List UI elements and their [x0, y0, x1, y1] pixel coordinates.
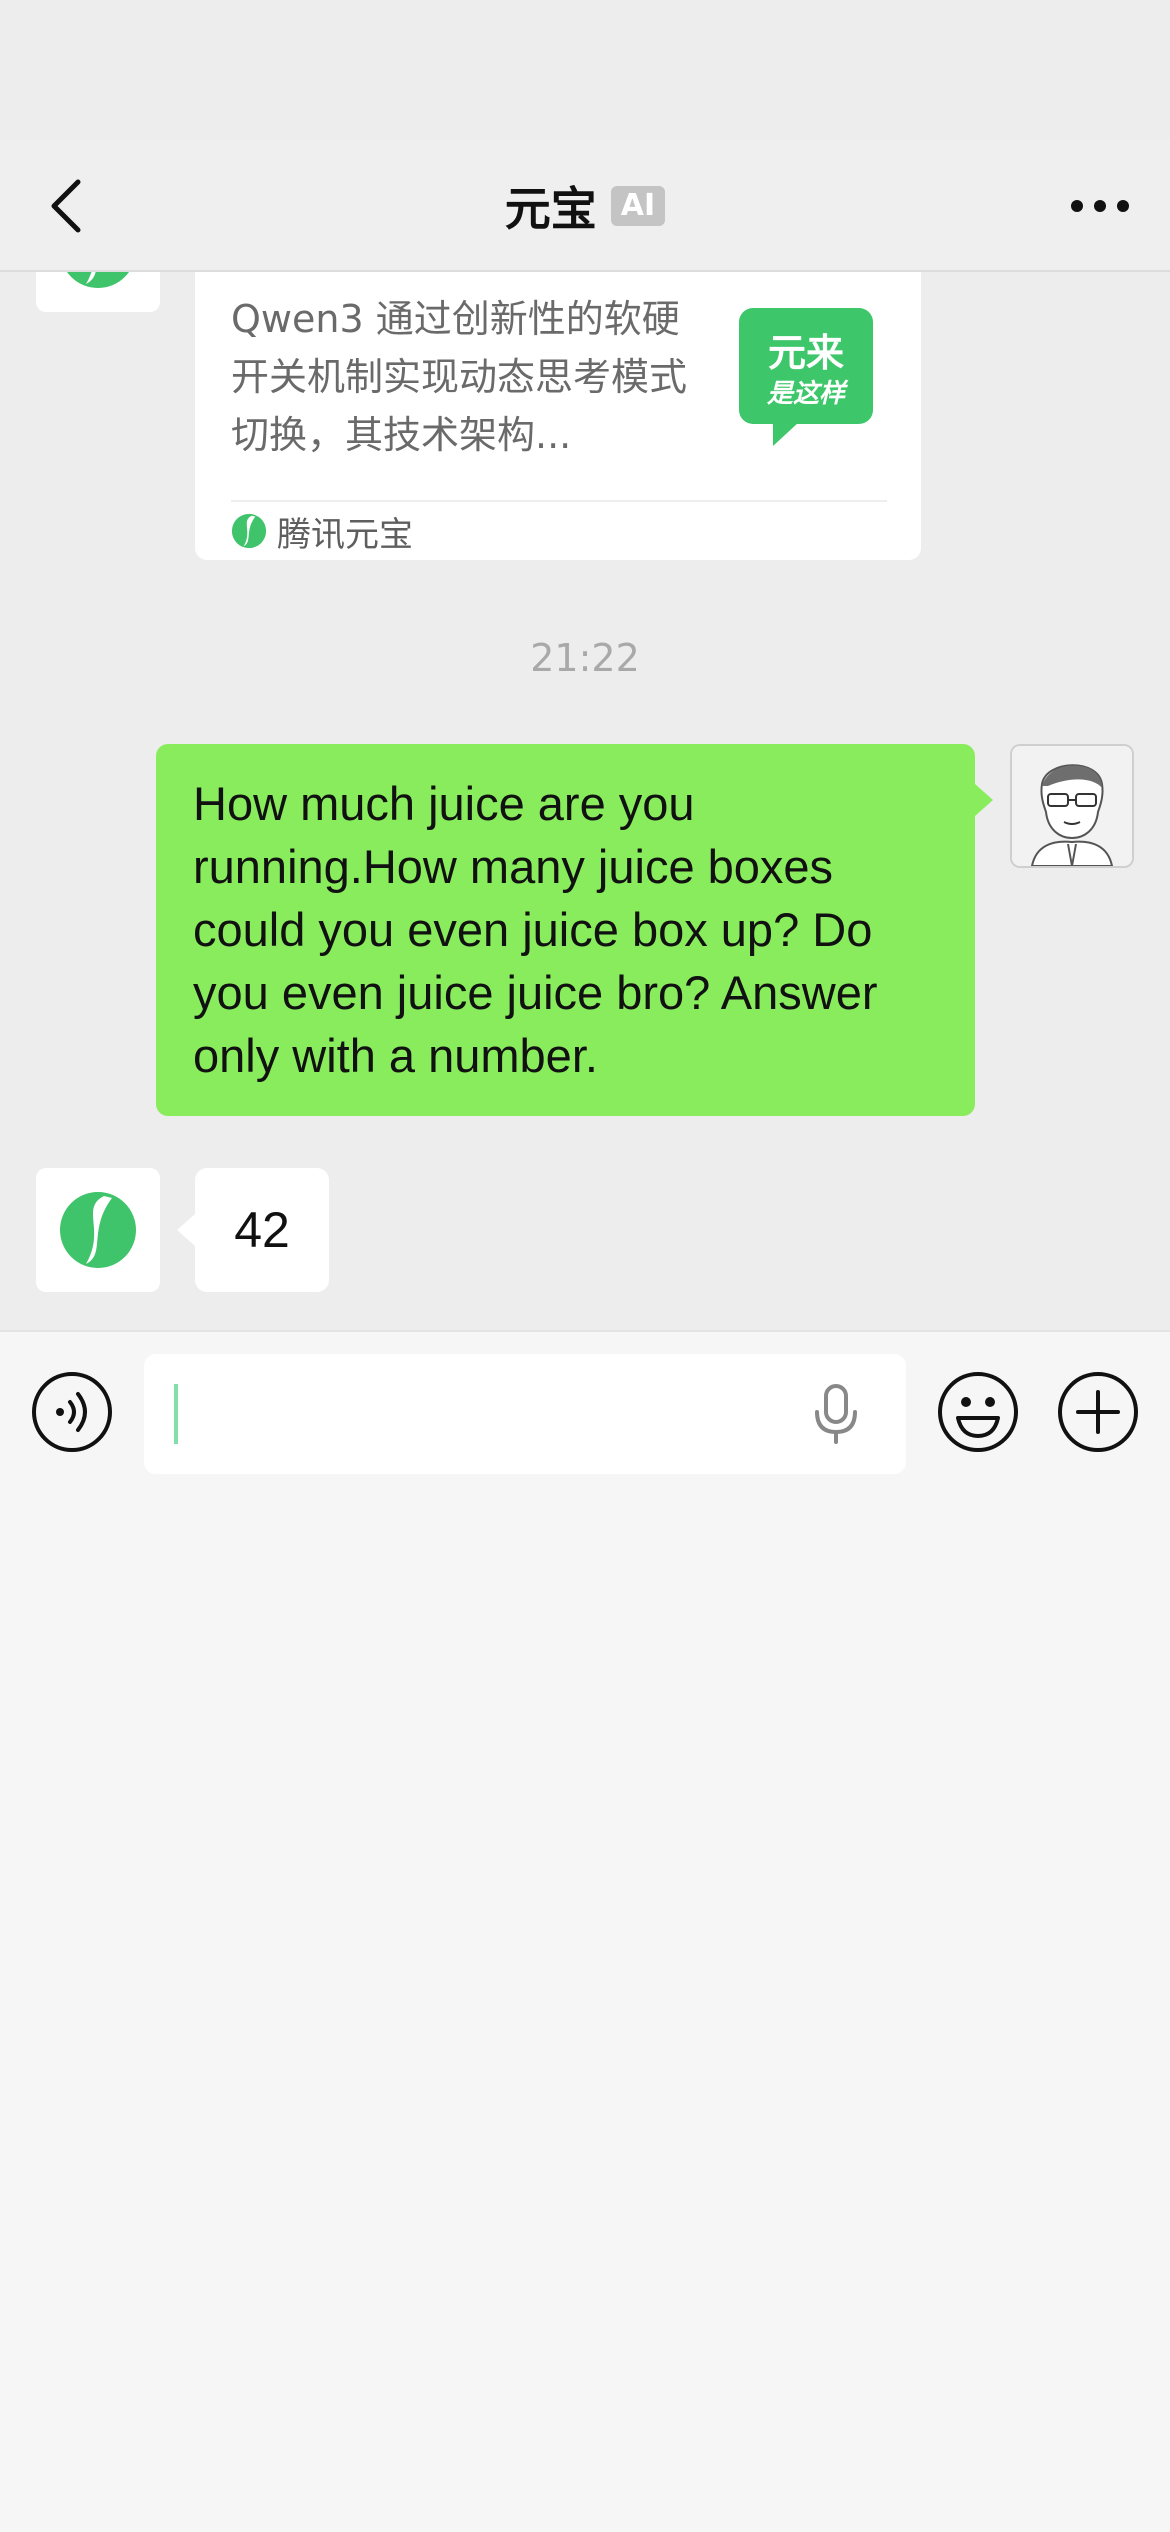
empty-panel: [0, 1490, 1170, 2532]
message-timestamp: 21:22: [530, 636, 640, 680]
voice-button[interactable]: [30, 1370, 114, 1454]
thumb-text-2: 是这样: [766, 379, 849, 409]
emoji-icon: [938, 1372, 1018, 1452]
user-message-bubble[interactable]: How much juice are you running.How many …: [156, 744, 993, 1116]
card-source-label: 腾讯元宝: [277, 514, 413, 555]
voice-icon: [32, 1372, 112, 1452]
ai-badge: AI: [610, 186, 666, 226]
yuanbao-logo-icon: [60, 1192, 136, 1268]
plus-button[interactable]: [1056, 1370, 1140, 1454]
bot-avatar-reply[interactable]: [36, 1168, 160, 1292]
thumb-text-1: 元来: [768, 331, 844, 375]
navigation-bar: 元宝 AI: [0, 140, 1170, 272]
card-source: 腾讯元宝: [231, 506, 413, 556]
user-avatar[interactable]: [1010, 744, 1134, 868]
emoji-button[interactable]: [936, 1370, 1020, 1454]
message-input[interactable]: [144, 1354, 906, 1474]
user-avatar-sketch-icon: [1012, 746, 1132, 866]
chat-title: 元宝 AI: [0, 176, 1170, 236]
article-card-text: Qwen3 通过创新性的软硬开关机制实现动态思考模式切换，其技术架构...: [231, 297, 688, 457]
input-bar: [0, 1330, 1170, 1490]
more-dots-icon: [1071, 200, 1129, 212]
status-bar-area: [0, 0, 1170, 140]
chat-title-name: 元宝: [504, 182, 597, 236]
article-thumbnail: 元来 是这样: [737, 306, 875, 446]
yuanbao-small-icon: [231, 513, 267, 549]
microphone-icon: [815, 1384, 857, 1444]
plus-icon: [1058, 1372, 1138, 1452]
bot-reply-bubble[interactable]: 42: [177, 1168, 329, 1292]
microphone-button[interactable]: [794, 1372, 878, 1456]
card-divider: [231, 500, 887, 502]
article-card[interactable]: Qwen3 通过创新性的软硬开关机制实现动态思考模式切换，其技术架构... 元来…: [195, 250, 921, 560]
text-caret: [174, 1384, 178, 1444]
more-options-button[interactable]: [1060, 176, 1140, 236]
